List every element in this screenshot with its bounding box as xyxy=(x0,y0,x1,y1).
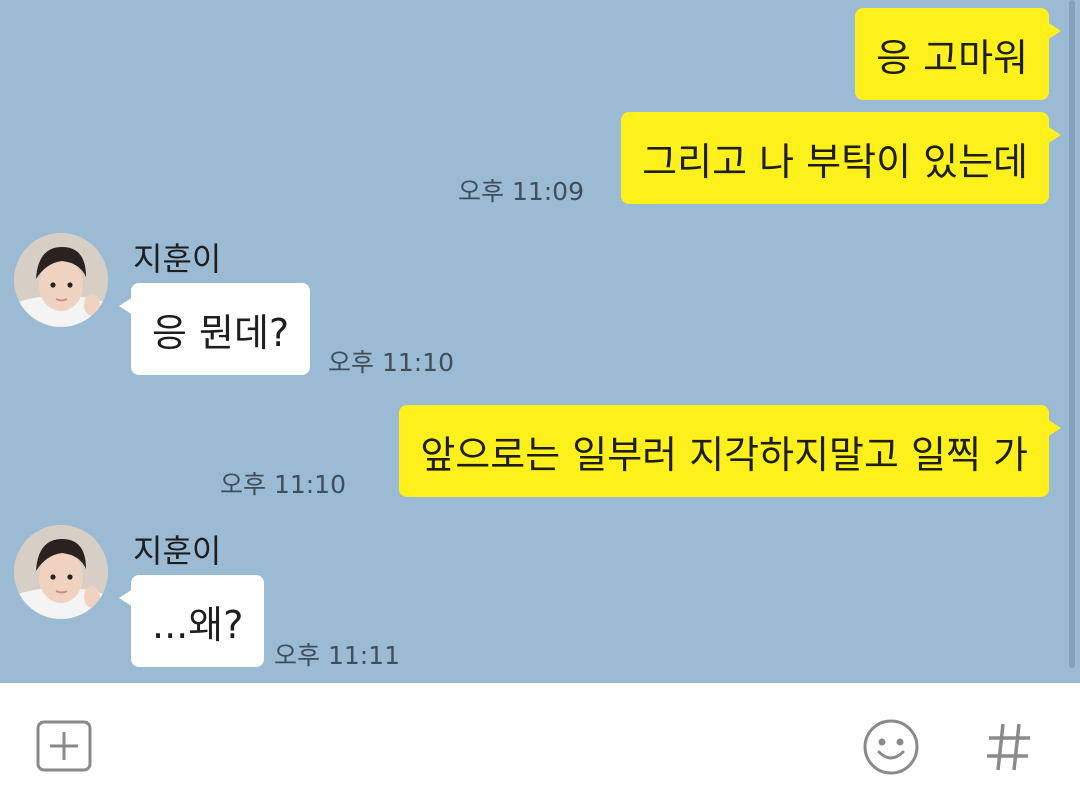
sender-name: 지훈이 xyxy=(133,240,222,278)
avatar-image xyxy=(14,233,108,327)
message-input-bar[interactable] xyxy=(0,683,1080,809)
message-timestamp: 오후 11:09 xyxy=(458,177,584,206)
hash-icon[interactable] xyxy=(985,720,1033,774)
plus-square-icon[interactable] xyxy=(36,720,92,772)
chat-scrollbar[interactable] xyxy=(1069,0,1075,668)
their-message-bubble[interactable]: ...왜? xyxy=(118,575,265,667)
my-message-bubble[interactable]: 앞으로는 일부러 지각하지말고 일찍 가 xyxy=(399,405,1061,497)
message-timestamp: 오후 11:10 xyxy=(328,348,454,377)
smiley-icon[interactable] xyxy=(862,718,920,776)
message-timestamp: 오후 11:11 xyxy=(274,641,400,670)
contact-avatar[interactable] xyxy=(14,233,108,327)
their-message-bubble[interactable]: 응 뭔데? xyxy=(118,283,311,375)
avatar-image xyxy=(14,525,108,619)
chat-area[interactable]: 응 고마워 오후 11:09 그리고 나 부탁이 있는데 지훈이 응 뭔데? 오… xyxy=(0,0,1080,683)
message-text: 응 고마워 xyxy=(876,35,1028,80)
sender-name: 지훈이 xyxy=(133,532,222,570)
message-text: ...왜? xyxy=(152,602,244,647)
message-text: 응 뭔데? xyxy=(152,310,290,355)
message-timestamp: 오후 11:10 xyxy=(220,470,346,499)
my-message-bubble[interactable]: 그리고 나 부탁이 있는데 xyxy=(621,112,1061,204)
my-message-bubble[interactable]: 응 고마워 xyxy=(855,8,1061,100)
message-text: 앞으로는 일부러 지각하지말고 일찍 가 xyxy=(420,432,1028,477)
contact-avatar[interactable] xyxy=(14,525,108,619)
message-text: 그리고 나 부탁이 있는데 xyxy=(642,139,1028,184)
